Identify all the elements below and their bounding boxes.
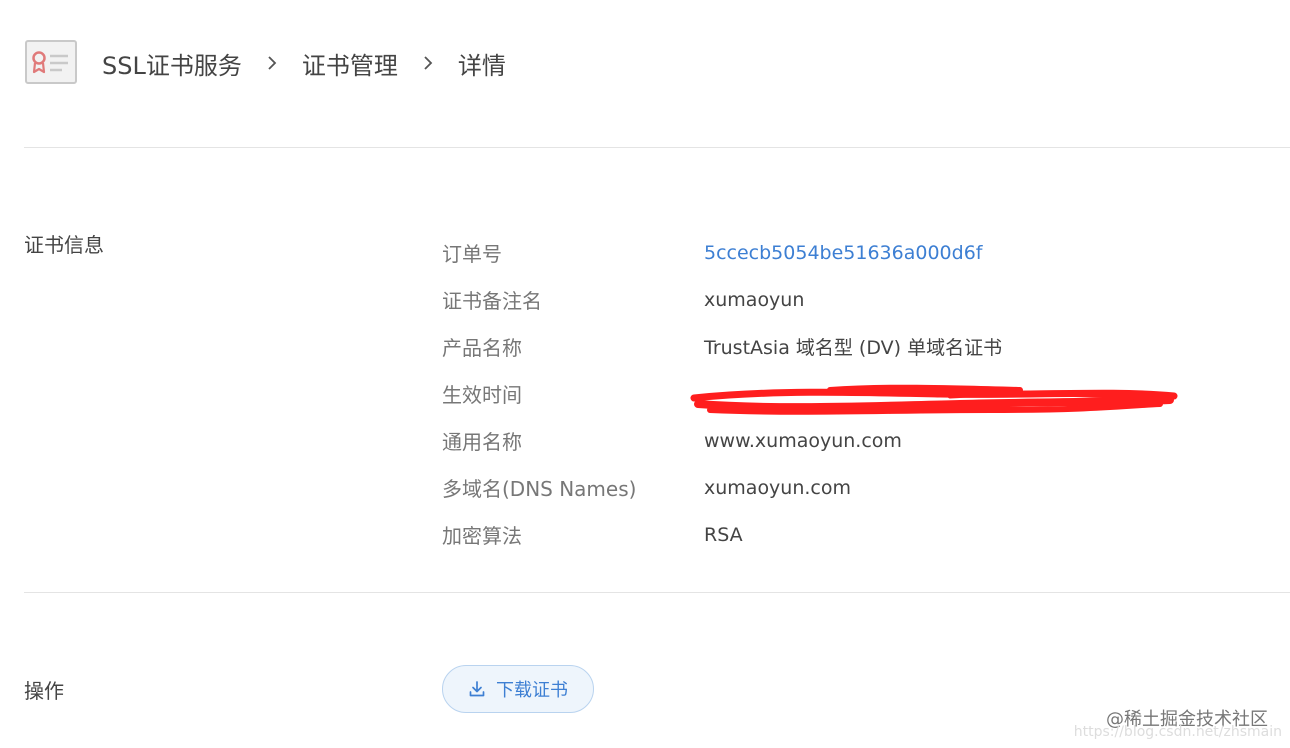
info-label: 多域名(DNS Names): [442, 477, 637, 501]
info-value: TrustAsia 域名型 (DV) 单域名证书: [704, 337, 1003, 359]
redaction-scribble: [690, 384, 1178, 415]
page: SSL证书服务 证书管理 详情 证书信息 订单号 5ccecb5054be516…: [0, 0, 1290, 748]
download-icon: [469, 681, 485, 697]
info-value: RSA: [704, 523, 743, 546]
info-row-order-id: 订单号 5ccecb5054be51636a000d6f: [442, 229, 1002, 276]
divider: [24, 147, 1290, 148]
certificate-icon: [25, 40, 77, 84]
chevron-right-icon: [268, 56, 277, 70]
download-button-label: 下载证书: [496, 680, 568, 701]
watermark-url: https://blog.csdn.net/zhsmain: [1073, 724, 1282, 740]
order-id-link[interactable]: 5ccecb5054be51636a000d6f: [704, 242, 982, 264]
info-label: 订单号: [442, 242, 502, 266]
divider: [24, 592, 1290, 593]
info-row-cert-note: 证书备注名 xumaoyun: [442, 276, 1002, 323]
breadcrumb-cert-management[interactable]: 证书管理: [302, 46, 398, 81]
info-label: 证书备注名: [442, 289, 542, 313]
info-value: www.xumaoyun.com: [704, 429, 902, 452]
breadcrumb-ssl-service[interactable]: SSL证书服务: [102, 46, 242, 81]
cert-info-list: 订单号 5ccecb5054be51636a000d6f 证书备注名 xumao…: [442, 229, 1178, 558]
cert-info-section-title: 证书信息: [24, 233, 104, 257]
breadcrumb-detail: 详情: [457, 51, 506, 80]
download-certificate-button[interactable]: 下载证书: [442, 665, 594, 713]
info-row-dns-names: 多域名(DNS Names) xumaoyun.com: [442, 464, 1002, 511]
info-label: 生效时间: [442, 383, 522, 407]
page-header: SSL证书服务 证书管理 详情: [24, 38, 506, 88]
info-value: xumaoyun.com: [704, 476, 852, 499]
info-row-algorithm: 加密算法 RSA: [442, 511, 1002, 558]
info-row-common-name: 通用名称 www.xumaoyun.com: [442, 417, 1002, 464]
chevron-right-icon: [424, 56, 433, 70]
info-value: xumaoyun: [704, 288, 805, 311]
actions-section-title: 操作: [24, 679, 64, 703]
info-label: 加密算法: [442, 524, 522, 548]
breadcrumb: SSL证书服务 证书管理 详情: [102, 46, 506, 81]
info-label: 产品名称: [442, 336, 522, 360]
info-row-valid-time: 生效时间: [442, 370, 1178, 417]
info-label: 通用名称: [442, 430, 522, 454]
info-row-product-name: 产品名称 TrustAsia 域名型 (DV) 单域名证书: [442, 323, 1002, 370]
